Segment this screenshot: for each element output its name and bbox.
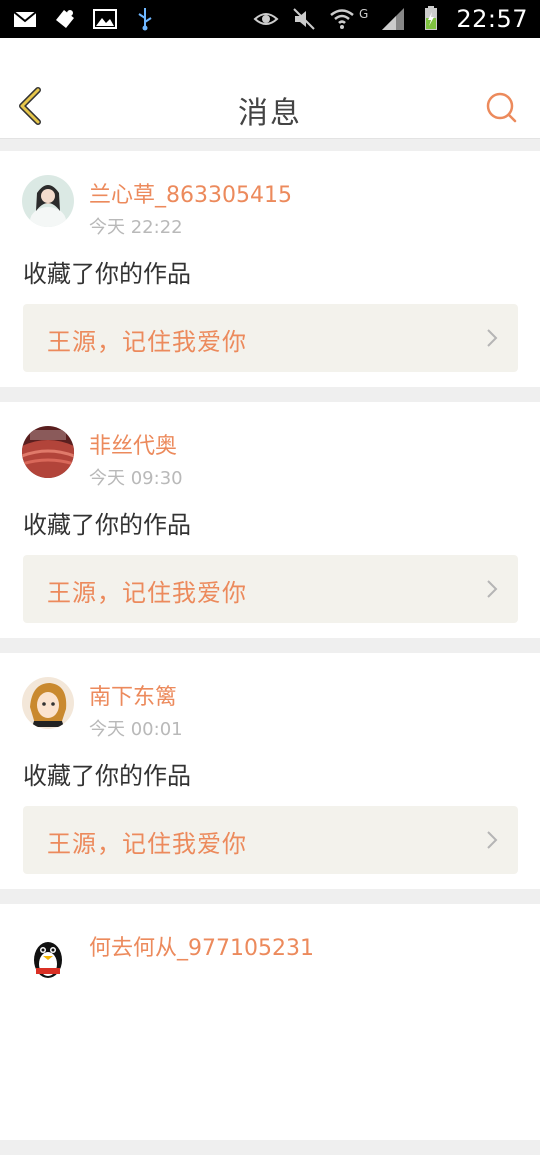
avatar[interactable]: [22, 426, 74, 478]
message-card[interactable]: 南下东篱 今天 00:01 收藏了你的作品 王源，记住我爱你: [0, 653, 540, 889]
chevron-right-icon: [487, 831, 498, 849]
chevron-right-icon: [487, 329, 498, 347]
work-title: 王源，记住我爱你: [47, 328, 247, 356]
nav-bar: 消息: [0, 38, 540, 139]
signal-icon: [382, 8, 405, 30]
network-g-icon: G: [359, 7, 369, 21]
username[interactable]: 南下东篱: [89, 679, 177, 711]
timestamp: 今天 09:30: [89, 468, 183, 489]
work-link[interactable]: 王源，记住我爱你: [23, 806, 518, 874]
avatar[interactable]: [22, 677, 74, 729]
work-title: 王源，记住我爱你: [47, 579, 247, 607]
search-icon[interactable]: [484, 90, 518, 124]
battery-icon: [425, 6, 438, 30]
work-link[interactable]: 王源，记住我爱你: [23, 555, 518, 623]
usb-icon: [138, 8, 152, 31]
work-title: 王源，记住我爱你: [47, 830, 247, 858]
timestamp: 今天 22:22: [89, 217, 183, 238]
work-link[interactable]: 王源，记住我爱你: [23, 304, 518, 372]
username[interactable]: 兰心草_863305415: [89, 177, 292, 209]
chevron-right-icon: [487, 580, 498, 598]
message-card[interactable]: 非丝代奥 今天 09:30 收藏了你的作品 王源，记住我爱你: [0, 402, 540, 638]
status-bar: G 22:57: [0, 0, 540, 38]
action-text: 收藏了你的作品: [23, 762, 191, 790]
username[interactable]: 非丝代奥: [89, 428, 177, 460]
username[interactable]: 何去何从_977105231: [89, 930, 314, 962]
status-right-icons: G 22:57: [253, 4, 528, 34]
image-icon: [93, 9, 117, 29]
message-list: 兰心草_863305415 今天 22:22 收藏了你的作品 王源，记住我爱你 …: [0, 151, 540, 1155]
status-time: 22:57: [456, 5, 528, 33]
action-text: 收藏了你的作品: [23, 511, 191, 539]
avatar[interactable]: [22, 175, 74, 227]
wifi-icon: [330, 9, 354, 29]
app-icon: [56, 10, 74, 28]
page-title: 消息: [238, 96, 302, 131]
action-text: 收藏了你的作品: [23, 260, 191, 288]
message-card[interactable]: 何去何从_977105231: [0, 904, 540, 1140]
mail-icon: [13, 11, 37, 27]
mute-icon: [293, 8, 315, 30]
avatar[interactable]: [22, 928, 74, 980]
status-left-icons: [12, 6, 158, 32]
eye-icon: [253, 13, 279, 25]
message-card[interactable]: 兰心草_863305415 今天 22:22 收藏了你的作品 王源，记住我爱你: [0, 151, 540, 387]
timestamp: 今天 00:01: [89, 719, 183, 740]
